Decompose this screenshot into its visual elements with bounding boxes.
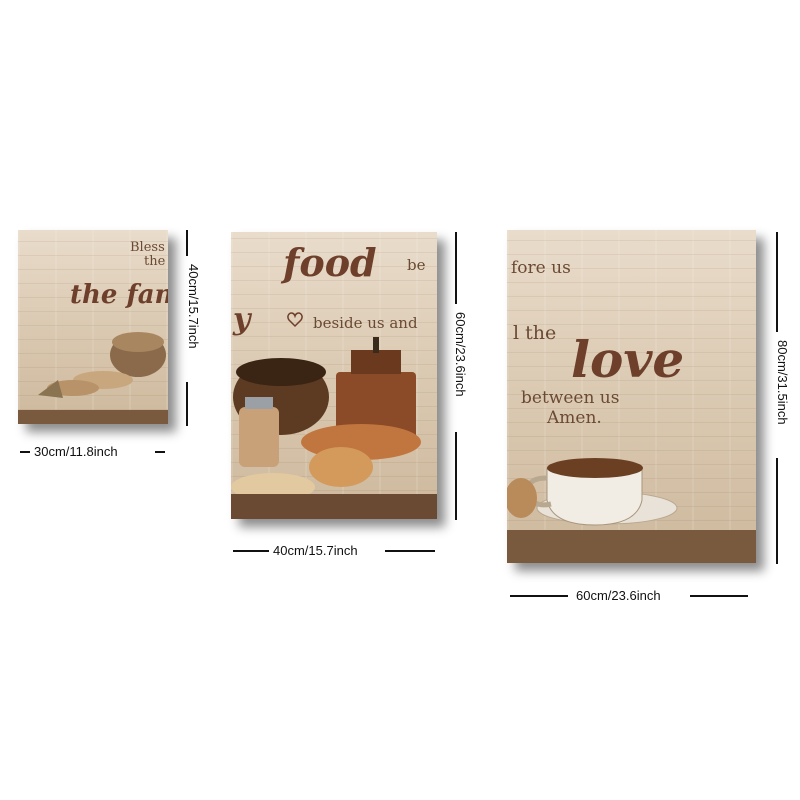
dimension-line-top	[776, 232, 778, 332]
coffee-cup-illustration	[507, 458, 756, 563]
canvas-panel-small: Bless the the family	[18, 230, 168, 424]
dimension-small-width: 30cm/11.8inch	[34, 444, 118, 459]
dimension-large-width: 60cm/23.6inch	[576, 588, 661, 603]
canvas-panel-large: fore us l the love between us Amen.	[507, 230, 756, 563]
dimension-line-left	[20, 451, 30, 453]
dimension-medium-width: 40cm/15.7inch	[273, 543, 358, 558]
bread-basket-illustration	[18, 332, 168, 424]
dimension-line-top	[186, 230, 188, 256]
dimension-line-top	[455, 232, 457, 304]
dimension-small-height: 40cm/15.7inch	[186, 264, 201, 349]
heart-icon	[287, 312, 303, 328]
dimension-line-right	[690, 595, 748, 597]
dimension-line-bottom	[455, 432, 457, 520]
canvas-panel-medium: food be y beside us and	[231, 232, 437, 519]
dimension-large-height: 80cm/31.5inch	[775, 340, 790, 425]
dimension-medium-height: 60cm/23.6inch	[453, 312, 468, 397]
dimension-line-bottom	[776, 458, 778, 564]
dimension-line-right	[385, 550, 435, 552]
dimension-line-right	[155, 451, 165, 453]
dimension-line-left	[233, 550, 269, 552]
dimension-line-bottom	[186, 382, 188, 426]
dimension-line-left	[510, 595, 568, 597]
coffee-bread-illustration	[231, 312, 437, 519]
